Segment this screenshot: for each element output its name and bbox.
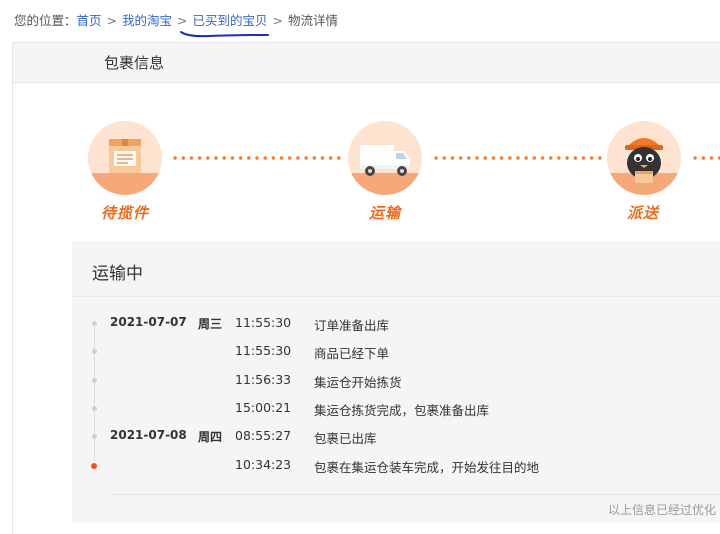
event-date: 2021-07-07 [110,315,187,329]
breadcrumb: 您的位置：首页 > 我的淘宝 > 已买到的宝贝 > 物流详情 [14,10,338,29]
step-label-transport: 运输 [369,204,402,222]
card-title: 包裹信息 [104,54,165,72]
delivery-truck-icon [360,145,410,176]
logistics-status-panel: 运输中 2021-07-07 周三 11:55:30 订单准备出库 11:55:… [72,241,720,523]
timeline-line [94,321,95,461]
event-time: 11:55:30 [235,343,292,358]
divider [110,494,720,495]
event-description: 订单准备出库 [314,318,390,333]
breadcrumb-purchased-link[interactable]: 已买到的宝贝 [193,13,268,28]
event-weekday: 周三 [198,317,223,331]
event-description: 集运仓开始拣货 [314,375,402,390]
breadcrumb-separator: > [272,13,284,28]
status-header [72,241,720,297]
breadcrumb-separator: > [106,13,118,28]
event-description: 集运仓拣货完成，包裹准备出库 [314,403,490,418]
timeline-dot-active [91,463,97,469]
courier-mascot-icon [625,138,663,183]
optimization-note: 以上信息已经过优化 [608,503,717,517]
event-description: 包裹已出库 [314,431,377,446]
timeline-dot [92,378,97,383]
event-time: 15:00:21 [235,400,292,415]
event-time: 11:56:33 [235,372,292,387]
breadcrumb-prefix: 您的位置： [14,13,77,28]
event-time: 08:55:27 [235,428,292,443]
step-transport [348,121,422,195]
breadcrumb-current: 物流详情 [288,13,339,28]
step-connector [171,156,341,160]
step-delivery [607,121,681,195]
event-weekday: 周四 [198,430,223,444]
step-pending-pickup [88,121,162,195]
step-connector [691,156,720,160]
annotation-underline [180,31,269,38]
event-description: 包裹在集运仓装车完成，开始发往目的地 [314,460,540,475]
event-time: 10:34:23 [235,457,292,472]
breadcrumb-my-taobao-link[interactable]: 我的淘宝 [122,13,172,28]
event-description: 商品已经下单 [314,346,390,361]
timeline-dot [92,434,97,439]
step-label-delivery: 派送 [627,204,660,222]
breadcrumb-separator: > [177,13,188,28]
step-label-pending-pickup: 待揽件 [101,204,150,222]
event-time: 11:55:30 [235,315,292,330]
timeline-dot [92,406,97,411]
breadcrumb-home-link[interactable]: 首页 [77,13,102,28]
package-box-icon [109,139,141,173]
step-connector [432,156,602,160]
timeline-dot [92,349,97,354]
timeline-dot [92,321,97,326]
status-title: 运输中 [92,264,143,284]
event-date: 2021-07-08 [110,428,187,442]
